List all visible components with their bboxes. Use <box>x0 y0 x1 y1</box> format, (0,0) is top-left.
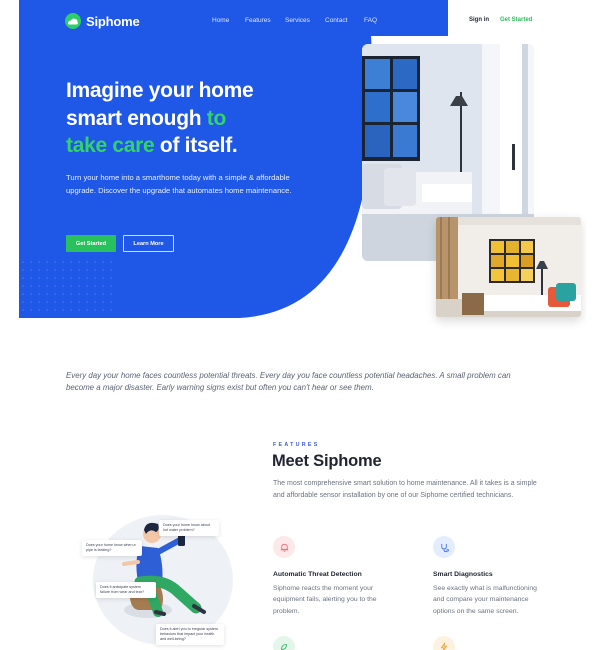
bubble-system-failure: Does it anticipate system failure from w… <box>96 582 156 598</box>
nav-get-started-link[interactable]: Get Started <box>500 17 532 23</box>
hero-section: Siphome Home Features Services Contact F… <box>19 0 586 330</box>
nav-features-link[interactable]: Features <box>245 17 271 24</box>
alarm-bell-icon <box>273 536 295 558</box>
nav-services-link[interactable]: Services <box>285 17 310 24</box>
stethoscope-icon <box>433 536 455 558</box>
brand-logo[interactable]: Siphome <box>65 13 140 29</box>
hero-title-line2: smart enough <box>66 106 207 130</box>
learn-more-button[interactable]: Learn More <box>123 235 174 252</box>
feature-description: Siphome reacts the moment your equipment… <box>273 585 377 615</box>
feature-description: See exactly what is malfunctioning and c… <box>433 585 537 615</box>
dot-pattern <box>22 261 112 311</box>
bubble-irregular-behavior: Does it alert you to irregular system be… <box>156 624 224 645</box>
hero-title-line3: of itself. <box>154 134 238 157</box>
cloud-home-icon <box>65 13 81 29</box>
features-description: The most comprehensive smart solution to… <box>273 480 537 499</box>
feature-title: Automatic Threat Detection <box>273 571 362 578</box>
hero-title-line1: Imagine your home <box>66 79 254 102</box>
bubble-hot-water: Does your home know about hot water prob… <box>159 520 219 536</box>
person-with-phone-illustration: Does your home know about hot water prob… <box>68 500 238 650</box>
bolt-icon <box>433 636 455 650</box>
intro-quote: Every day your home faces countless pote… <box>66 371 511 392</box>
hero-title-highlight-to: to <box>206 106 227 130</box>
nav-home-link[interactable]: Home <box>212 17 229 24</box>
feature-smart-diagnostics: Smart Diagnostics See exactly what is ma… <box>433 536 543 626</box>
top-navigation: Siphome Home Features Services Contact F… <box>19 0 586 44</box>
hero-subtitle: Turn your home into a smarthome today wi… <box>66 173 292 195</box>
nav-contact-link[interactable]: Contact <box>325 17 347 24</box>
brand-name: Siphome <box>86 13 140 29</box>
feature-threat-detection: Automatic Threat Detection Siphome react… <box>273 536 383 616</box>
features-title: Meet Siphome <box>272 452 382 470</box>
bedroom-photo <box>436 217 581 317</box>
bubble-pipe-leak: Does your home know when a pipe is leaki… <box>82 540 142 556</box>
sign-in-link[interactable]: Sign in <box>469 17 489 23</box>
get-started-button[interactable]: Get Started <box>66 235 116 252</box>
hero-title-highlight-care: take care <box>66 134 155 157</box>
hero-title: Imagine your home smart enough to take c… <box>66 77 306 160</box>
feature-title: Smart Diagnostics <box>433 571 493 578</box>
nav-faq-link[interactable]: FAQ <box>364 17 377 24</box>
features-eyebrow: FEATURES <box>273 442 320 448</box>
leaf-icon <box>273 636 295 650</box>
